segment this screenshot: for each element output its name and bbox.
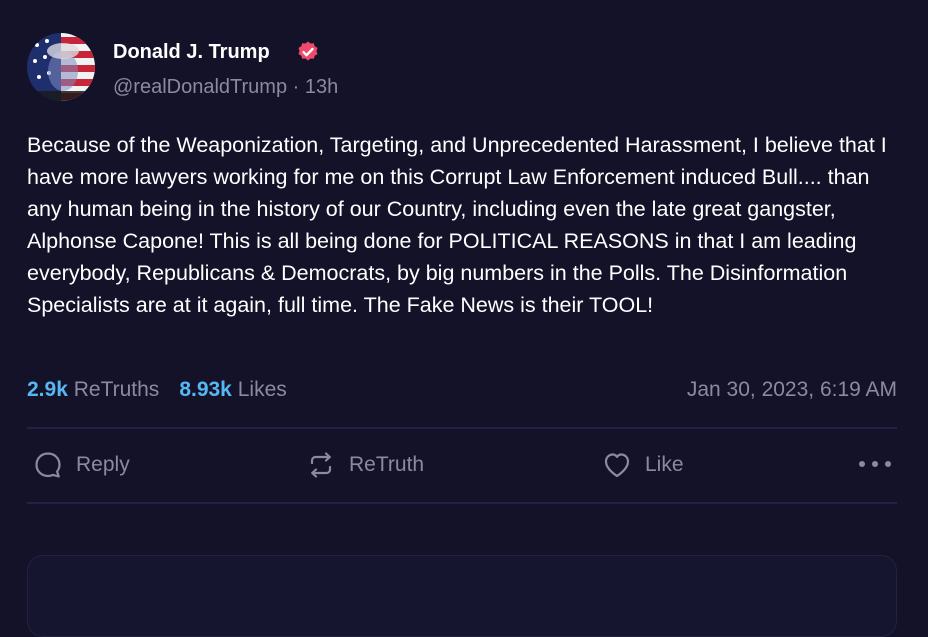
ellipsis-icon[interactable] — [856, 452, 896, 476]
author-handle[interactable]: @realDonaldTrump — [113, 76, 287, 98]
retruths-count: 2.9k — [27, 378, 68, 401]
repost-arrows-icon — [310, 452, 332, 478]
avatar[interactable] — [27, 33, 95, 101]
truth-post: Donald J. Trump @realDonaldTrump · 13h B… — [0, 0, 928, 637]
time-ago[interactable]: 13h — [305, 76, 338, 98]
retruth-label: ReTruth — [349, 453, 425, 476]
heart-icon — [604, 453, 630, 478]
retruth-button[interactable]: ReTruth — [305, 446, 424, 484]
retruths-stat[interactable]: 2.9k ReTruths — [27, 378, 159, 401]
retruths-label: ReTruths — [73, 378, 160, 401]
post-timestamp[interactable]: Jan 30, 2023, 6:19 AM — [687, 376, 897, 404]
like-label: Like — [645, 453, 684, 476]
handle-line: @realDonaldTrump · 13h — [113, 74, 338, 100]
likes-label: Likes — [237, 378, 287, 401]
reply-button[interactable]: Reply — [32, 446, 130, 484]
divider-bottom — [27, 502, 897, 504]
likes-count: 8.93k — [179, 378, 232, 401]
reply-card — [27, 555, 897, 637]
reply-label: Reply — [76, 453, 130, 476]
separator-dot: · — [292, 76, 300, 98]
divider-top — [27, 427, 897, 429]
speech-bubble-icon — [35, 452, 61, 478]
avatar-image — [27, 33, 95, 101]
post-stats: 2.9k ReTruths 8.93k Likes — [27, 376, 287, 404]
likes-stat[interactable]: 8.93k Likes — [179, 378, 286, 401]
verified-badge-icon — [298, 41, 318, 61]
like-button[interactable]: Like — [601, 446, 684, 484]
display-name[interactable]: Donald J. Trump — [113, 39, 270, 65]
post-text: Because of the Weaponization, Targeting,… — [27, 133, 893, 317]
